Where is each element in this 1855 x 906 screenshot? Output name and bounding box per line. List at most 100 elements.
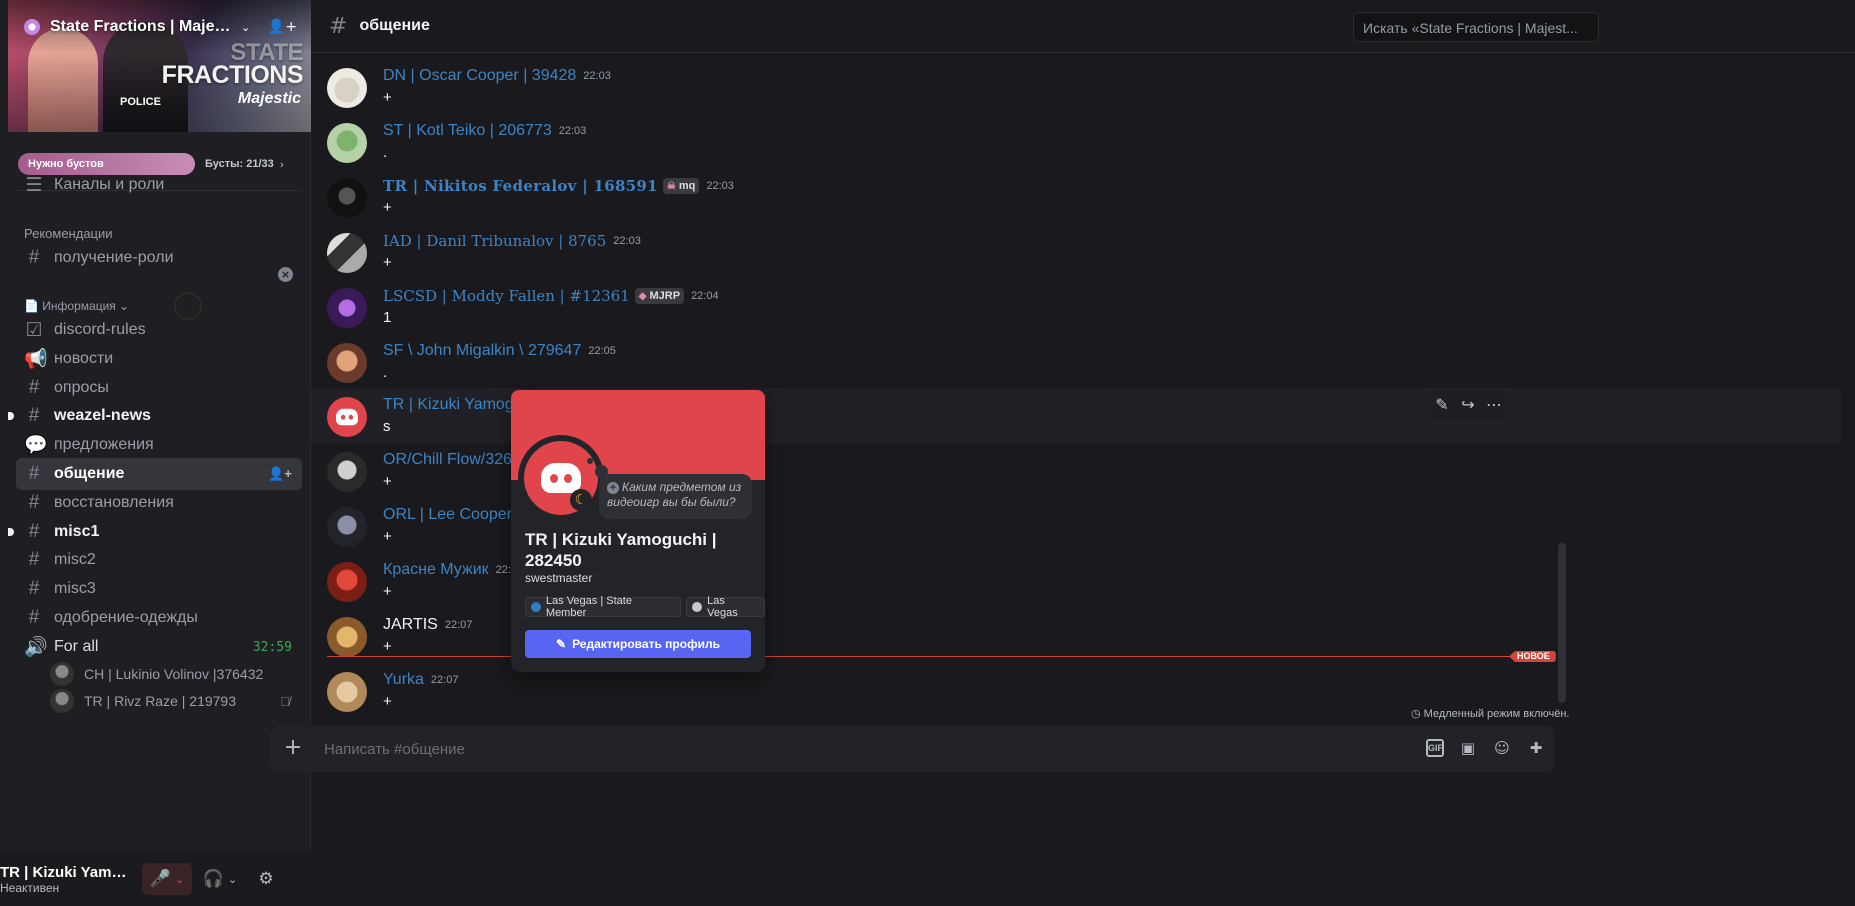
message-row[interactable]: SF \ John Migalkin \ 279647 22:05. [311,334,1841,390]
user-settings-button[interactable]: ⚙ [250,863,282,895]
sidebar-item-recommended[interactable]: # получение-роли [16,242,302,274]
search-input[interactable]: Искать «State Fractions | Majest... [1353,12,1599,42]
message-header: JARTIS 22:07 [383,616,472,634]
message-row[interactable]: LSCSD | Moddy Fallen | #12361 ◆ MJRP 22:04 1 [311,279,1841,335]
edit-pencil-icon[interactable]: ✎ [1431,395,1453,414]
channel-label: misc2 [54,551,96,568]
message-author[interactable]: Красне Мужик [383,561,489,579]
message-author[interactable]: OR/Chill Flow/32615 [383,451,530,469]
message-timestamp[interactable]: 22:07 [431,674,459,686]
message-timestamp[interactable]: 22:03 [613,235,641,247]
slowmode-notice: ◷ Медленный режим включён. [1411,708,1570,720]
avatar[interactable] [327,617,367,657]
server-tag-badge[interactable]: ☠ mq [662,178,700,194]
discord-logo-icon [336,408,358,426]
unread-indicator [8,412,14,420]
avatar[interactable] [327,343,367,383]
sticker-icon[interactable]: ▣ [1458,739,1478,759]
sidebar-item-channel[interactable]: # misc2 [16,544,302,576]
chevron-down-icon[interactable]: ⌄ [241,21,250,34]
more-dots-icon[interactable]: ⋯ [1483,395,1505,414]
hash-icon: # [28,549,40,570]
avatar[interactable] [327,288,367,328]
channels-and-roles[interactable]: ☰ Каналы и роли [16,169,302,201]
role-color-dot [531,602,541,612]
voice-channel-for-all[interactable]: 🔊 For all 32:59 [16,631,302,663]
avatar[interactable] [327,233,367,273]
gif-button[interactable]: GIF [1426,739,1444,757]
chevron-down-icon: ⌄ [119,299,130,313]
message-row[interactable]: TR | Nikitos Federalov | 168591 ☠ mq 22:03 + [311,169,1841,225]
message-author[interactable]: TR | Nikitos Federalov | 168591 [383,177,658,195]
server-tag-badge[interactable]: ◆ MJRP [634,288,685,304]
role-pill[interactable]: Las Vegas | State Member [525,595,682,619]
avatar [50,662,74,686]
sidebar-item-channel[interactable]: # восстановления [16,487,302,519]
invite-people-icon[interactable]: 👤+ [268,19,297,35]
server-header[interactable]: State Fractions | Majesti... ⌄ 👤+ [8,0,311,54]
voice-user[interactable]: CH | Lukinio Volinov |376432 [50,661,300,687]
message-author[interactable]: Yurka [383,671,424,689]
avatar[interactable] [327,397,367,437]
sidebar-item-channel[interactable]: # общение 👤+ [16,458,302,490]
hash-feed-icon: # [28,405,40,426]
message-scrollbar[interactable] [1558,543,1566,703]
message-content: + [383,528,392,545]
apps-icon[interactable]: ✚ [1526,739,1546,759]
message-author[interactable]: IAD | Danil Tribunalov | 8765 [383,232,606,250]
avatar[interactable] [327,672,367,712]
sidebar-item-channel[interactable]: ☑ discord-rules [16,314,302,346]
user-panel: TR | Kizuki Yamog... Неактивен 🎤 ⌄ 🎧 ⌄ ⚙ [0,852,311,906]
new-messages-divider [327,656,1537,657]
channel-label: misc1 [54,523,100,540]
hash-icon: # [28,377,40,398]
message-author[interactable]: JARTIS [383,616,438,634]
message-timestamp[interactable]: 22:03 [706,180,734,192]
sidebar-item-channel[interactable]: 💬 предложения [16,429,302,461]
message-row[interactable]: DN | Oscar Cooper | 39428 22:03 + [311,59,1841,115]
message-row[interactable]: IAD | Danil Tribunalov | 8765 22:03 + [311,224,1841,280]
avatar[interactable] [327,123,367,163]
speaker-icon: 🔊 [24,637,48,658]
avatar[interactable] [327,178,367,218]
emoji-icon[interactable]: ☺ [1492,739,1512,759]
message-author[interactable]: DN | Oscar Cooper | 39428 [383,67,576,85]
avatar[interactable] [327,452,367,492]
edit-profile-button[interactable]: ✎ Редактировать профиль [525,630,751,658]
message-row[interactable]: ST | Kotl Teiko | 206773 22:03. [311,114,1841,170]
hash-icon: # [28,492,40,513]
user-info[interactable]: TR | Kizuki Yamog... Неактивен [0,864,135,895]
message-timestamp[interactable]: 22:04 [691,290,719,302]
deafen-toggle-button[interactable]: 🎧 ⌄ [196,863,244,895]
sidebar-item-channel[interactable]: 📢 новости [16,343,302,375]
server-badge-icon [24,19,40,35]
sidebar-item-channel[interactable]: # одобрение-одежды [16,602,302,634]
avatar[interactable] [327,562,367,602]
server-banner[interactable]: STATE FRACTIONS POLICE Majestic State Fr… [8,0,311,132]
rules-icon: ☑ [25,319,43,341]
avatar[interactable] [327,507,367,547]
attach-plus-button[interactable]: + [282,737,304,760]
mute-toggle-button[interactable]: 🎤 ⌄ [142,863,192,895]
avatar[interactable] [327,68,367,108]
message-timestamp[interactable]: 22:03 [583,70,611,82]
category-info[interactable]: 📄 Информация ⌄ [24,299,129,313]
sidebar-item-channel[interactable]: # misc3 [16,573,302,605]
message-timestamp[interactable]: 22:03 [559,125,587,137]
hash-icon: # [28,521,40,542]
message-author[interactable]: ST | Kotl Teiko | 206773 [383,122,552,140]
custom-status-bubble[interactable]: + Каким предметом из видеоигр вы бы были? [587,458,752,519]
forward-arrow-icon[interactable]: ↪ [1457,395,1479,414]
message-author[interactable]: LSCSD | Moddy Fallen | #12361 [383,287,630,305]
voice-user[interactable]: TR | Rivz Raze | 219793 🎙̸ [50,688,300,714]
message-timestamp[interactable]: 22:05 [588,345,616,357]
sidebar-item-channel[interactable]: # weazel-news [8,400,302,432]
headphones-icon: 🎧 [202,869,224,889]
message-timestamp[interactable]: 22:07 [445,619,473,631]
invite-member-icon[interactable]: 👤+ [268,466,292,482]
message-input[interactable]: Написать #общение [324,741,465,758]
hash-icon: # [28,463,40,484]
message-author[interactable]: SF \ John Migalkin \ 279647 [383,342,581,360]
role-pill[interactable]: Las Vegas [686,595,765,619]
user-panel-name: TR | Kizuki Yamog... [0,863,135,881]
